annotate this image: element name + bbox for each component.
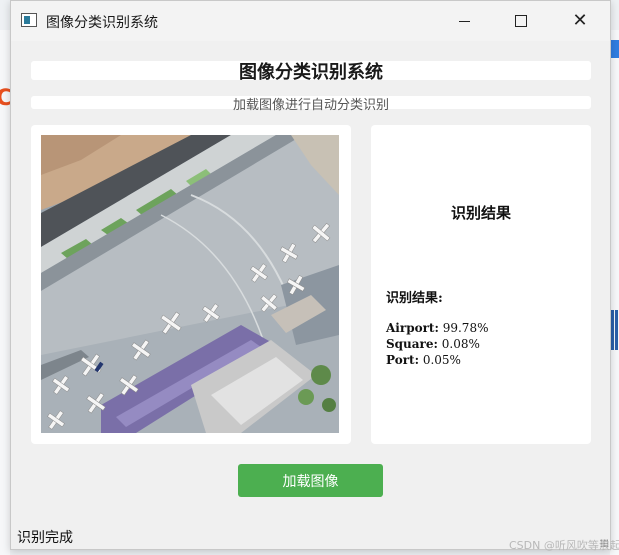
app-icon (21, 13, 37, 27)
close-button[interactable]: ✕ (557, 1, 603, 41)
result-panel: 识别结果 识别结果: Airport: 99.78% Square: 0.08%… (371, 125, 591, 444)
result-probability: 99.78% (442, 321, 489, 335)
window-title: 图像分类识别系统 (46, 15, 158, 31)
title-panel: 图像分类识别系统 (31, 61, 591, 83)
aerial-airport-image (41, 135, 339, 433)
list-item: Square: 0.08% (386, 336, 488, 352)
list-item: Airport: 99.78% (386, 320, 488, 336)
result-class: Port: (386, 353, 419, 367)
app-window: 图像分类识别系统 ✕ 图像分类识别系统 加载图像进行自动分类识别 识别结果 识别… (10, 0, 619, 552)
maximize-button[interactable] (498, 1, 544, 41)
close-icon: ✕ (572, 10, 588, 31)
load-image-button[interactable]: 加载图像 (238, 464, 383, 497)
minimize-button[interactable] (441, 1, 487, 41)
title-bar[interactable]: 图像分类识别系统 ✕ (11, 1, 610, 41)
result-class: Airport: (386, 321, 439, 335)
subtitle-panel: 加载图像进行自动分类识别 (31, 96, 591, 113)
resize-grip-icon[interactable] (600, 539, 608, 547)
result-heading: 识别结果 (450, 204, 511, 222)
image-panel (31, 125, 351, 444)
minimize-icon (458, 20, 470, 22)
status-bar-text: 识别完成 (17, 530, 73, 546)
maximize-icon (515, 15, 527, 27)
result-list: Airport: 99.78% Square: 0.08% Port: 0.05… (386, 320, 488, 368)
result-probability: 0.05% (422, 353, 461, 367)
result-label: 识别结果: (386, 291, 443, 306)
background-bars-icon (611, 310, 618, 350)
background-tag-icon (611, 40, 619, 58)
background-right-strip (610, 30, 619, 555)
page-title: 图像分类识别系统 (239, 62, 383, 83)
list-item: Port: 0.05% (386, 352, 488, 368)
result-probability: 0.08% (441, 337, 480, 351)
page-subtitle: 加载图像进行自动分类识别 (232, 98, 389, 113)
result-class: Square: (386, 337, 438, 351)
